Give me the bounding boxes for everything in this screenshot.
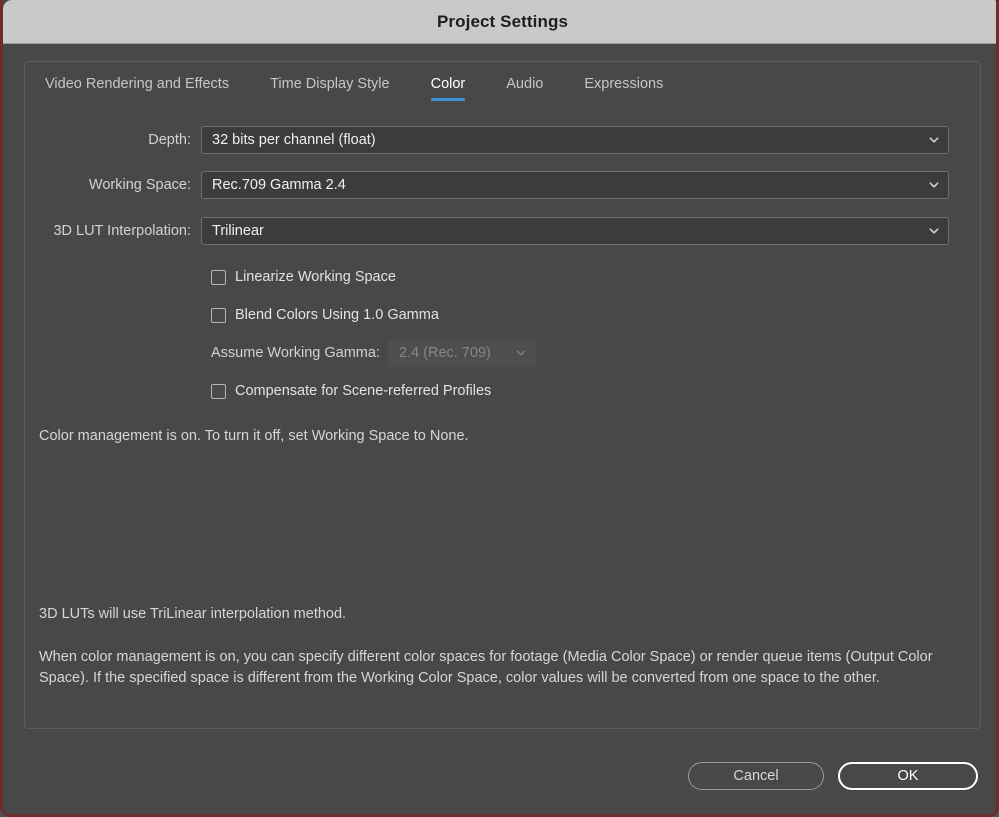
blend-colors-label: Blend Colors Using 1.0 Gamma	[235, 307, 439, 323]
working-space-select[interactable]: Rec.709 Gamma 2.4	[201, 171, 949, 199]
compensate-scene-referred-checkbox[interactable]	[211, 383, 226, 399]
tab-label: Expressions	[584, 76, 664, 92]
tab-color[interactable]: Color	[430, 76, 466, 101]
color-management-status-text: Color management is on. To turn it off, …	[39, 428, 469, 444]
tab-time-display-style[interactable]: Time Display Style	[270, 76, 390, 101]
linearize-working-space-checkbox[interactable]	[211, 269, 226, 285]
tab-bar: Video Rendering and Effects Time Display…	[25, 62, 704, 110]
tab-label: Color	[430, 76, 466, 92]
tab-video-rendering-and-effects[interactable]: Video Rendering and Effects	[45, 76, 229, 101]
ok-button[interactable]: OK	[838, 762, 978, 790]
assume-working-gamma-value: 2.4 (Rec. 709)	[398, 345, 491, 361]
assume-working-gamma-row: Assume Working Gamma: 2.4 (Rec. 709)	[211, 339, 536, 367]
color-management-description: When color management is on, you can spe…	[39, 649, 933, 686]
checkbox-row-compensate-scene-referred[interactable]: Compensate for Scene-referred Profiles	[211, 379, 491, 403]
lut-interpolation-note: 3D LUTs will use TriLinear interpolation…	[39, 606, 347, 622]
tab-expressions[interactable]: Expressions	[584, 76, 663, 101]
field-row-3d-lut-interpolation: 3D LUT Interpolation: Trilinear	[25, 217, 961, 245]
assume-working-gamma-label: Assume Working Gamma:	[211, 345, 380, 361]
dialog-footer: Cancel OK	[3, 729, 996, 814]
cancel-button-label: Cancel	[733, 768, 779, 784]
chevron-down-icon	[929, 226, 939, 235]
blend-colors-checkbox[interactable]	[211, 307, 226, 323]
tab-label: Time Display Style	[270, 76, 390, 92]
checkbox-row-linearize-working-space[interactable]: Linearize Working Space	[211, 265, 396, 289]
tab-label: Video Rendering and Effects	[45, 76, 230, 92]
ok-button-label: OK	[897, 768, 919, 784]
dialog-title: Project Settings	[436, 11, 569, 31]
lut-interpolation-value: Trilinear	[212, 223, 264, 239]
chevron-down-icon	[929, 135, 939, 144]
field-row-working-space: Working Space: Rec.709 Gamma 2.4	[25, 171, 961, 199]
field-row-depth: Depth: 32 bits per channel (float)	[25, 126, 961, 154]
linearize-working-space-label: Linearize Working Space	[235, 269, 396, 285]
tab-audio[interactable]: Audio	[506, 76, 543, 101]
cancel-button[interactable]: Cancel	[688, 762, 824, 790]
settings-panel: Video Rendering and Effects Time Display…	[24, 61, 981, 729]
tab-label: Audio	[506, 76, 544, 92]
chevron-down-icon	[929, 180, 939, 189]
checkbox-row-blend-colors[interactable]: Blend Colors Using 1.0 Gamma	[211, 303, 439, 327]
lut-interpolation-label: 3D LUT Interpolation:	[53, 223, 191, 239]
tab-active-indicator	[430, 98, 466, 101]
depth-select[interactable]: 32 bits per channel (float)	[201, 126, 949, 154]
depth-value: 32 bits per channel (float)	[212, 132, 376, 148]
lut-interpolation-select[interactable]: Trilinear	[201, 217, 949, 245]
chevron-down-icon	[516, 348, 526, 357]
project-settings-dialog: Project Settings Video Rendering and Eff…	[0, 0, 999, 817]
dialog-titlebar: Project Settings	[3, 0, 996, 44]
working-space-label: Working Space:	[88, 177, 191, 193]
working-space-value: Rec.709 Gamma 2.4	[212, 177, 346, 193]
depth-label: Depth:	[148, 132, 191, 148]
assume-working-gamma-select: 2.4 (Rec. 709)	[387, 339, 536, 367]
compensate-scene-referred-label: Compensate for Scene-referred Profiles	[235, 383, 492, 399]
